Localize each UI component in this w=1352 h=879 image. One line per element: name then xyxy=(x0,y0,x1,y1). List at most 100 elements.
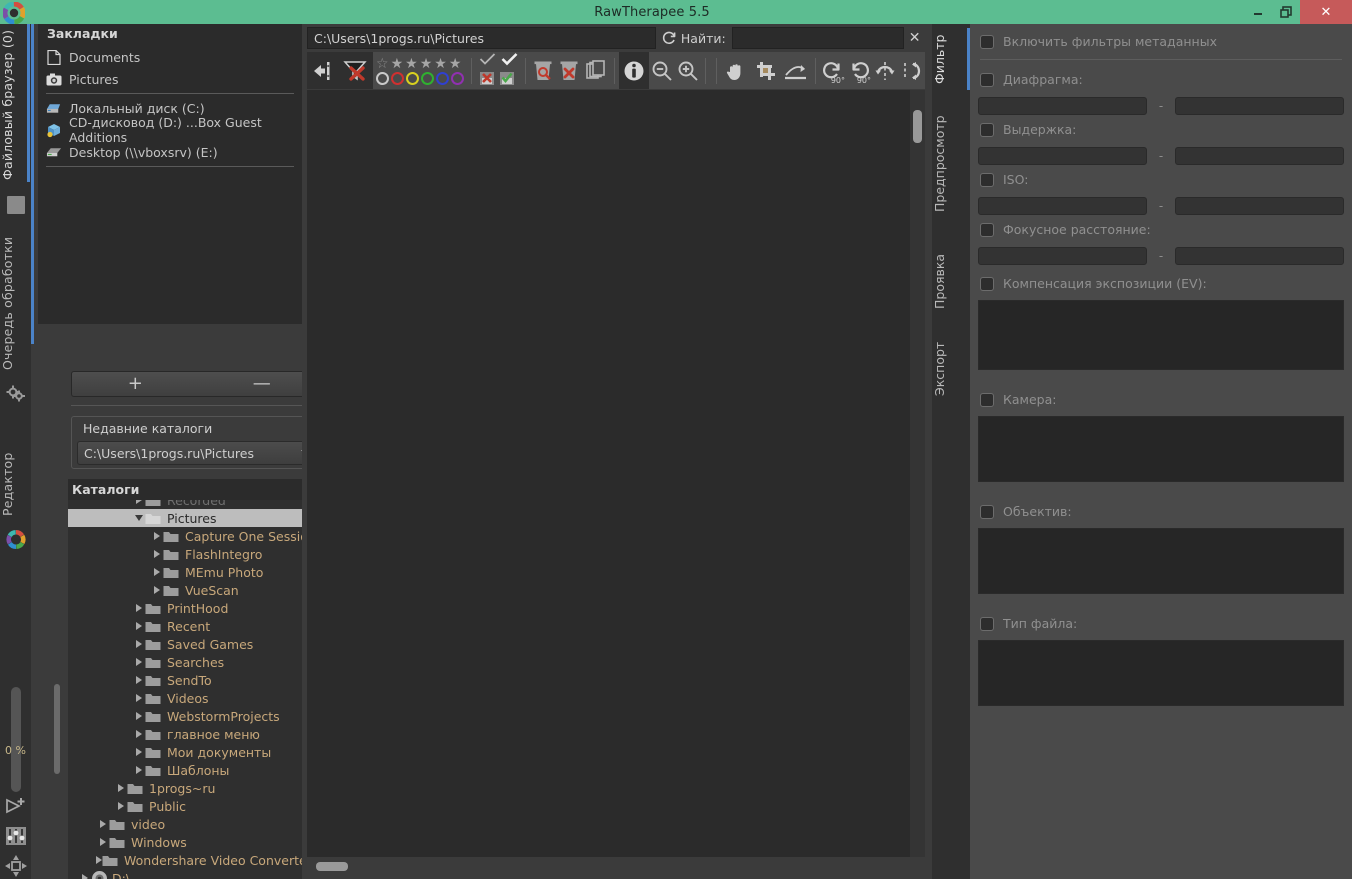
tree-item[interactable]: Шаблоны xyxy=(68,761,326,779)
filter-checkbox[interactable] xyxy=(980,276,994,291)
send-to-editor-icon[interactable] xyxy=(4,794,28,818)
straighten-icon[interactable] xyxy=(781,52,811,89)
chevron-right-icon[interactable] xyxy=(150,550,163,558)
add-bookmark-button[interactable]: + xyxy=(72,375,199,393)
star-1-icon[interactable]: ★ xyxy=(391,57,404,71)
unedited-icon[interactable] xyxy=(479,51,496,70)
filter-range-to[interactable] xyxy=(1174,97,1344,115)
tree-item[interactable]: главное меню xyxy=(68,725,326,743)
path-input[interactable]: C:\Users\1progs.ru\Pictures xyxy=(307,27,657,49)
tree-item[interactable]: D:\ xyxy=(68,869,326,879)
star-2-icon[interactable]: ★ xyxy=(405,57,418,71)
filter-enable-row[interactable]: Камера: xyxy=(980,392,1056,407)
copy-icon[interactable] xyxy=(582,52,610,89)
filter-range-to[interactable] xyxy=(1174,147,1344,165)
edited-icon[interactable] xyxy=(501,51,518,70)
rotate-left-icon[interactable]: 90° xyxy=(820,52,846,89)
chevron-right-icon[interactable] xyxy=(114,784,127,792)
collapse-sidebar-icon[interactable] xyxy=(307,52,337,89)
tree-item[interactable]: Capture One Session xyxy=(68,527,326,545)
label-blue-icon[interactable] xyxy=(436,71,449,85)
zoom-in-icon[interactable] xyxy=(675,52,701,89)
tab-develop[interactable]: Проявка xyxy=(932,240,970,322)
sidebar-item-editor[interactable]: Редактор xyxy=(0,442,31,527)
filter-value-list[interactable] xyxy=(978,300,1344,370)
star-3-icon[interactable]: ★ xyxy=(420,57,433,71)
chevron-right-icon[interactable] xyxy=(132,604,145,612)
chevron-right-icon[interactable] xyxy=(96,820,109,828)
label-yellow-icon[interactable] xyxy=(406,71,419,85)
tree-item[interactable]: WebstormProjects xyxy=(68,707,326,725)
chevron-down-icon[interactable] xyxy=(132,515,145,521)
tree-item[interactable]: PrintHood xyxy=(68,599,326,617)
tree-item[interactable]: 1progs~ru xyxy=(68,779,326,797)
filter-checkbox[interactable] xyxy=(980,222,994,237)
rotate-right-icon[interactable]: 90° xyxy=(846,52,872,89)
chevron-right-icon[interactable] xyxy=(150,586,163,594)
directory-tree[interactable]: Recorded Pictures Capture One Session Flash… xyxy=(68,500,326,879)
filter-range-from[interactable] xyxy=(978,147,1148,165)
filter-checkbox[interactable] xyxy=(980,504,994,519)
tree-item[interactable]: Мои документы xyxy=(68,743,326,761)
thumbnail-area[interactable] xyxy=(307,90,925,875)
tree-item[interactable]: Saved Games xyxy=(68,635,326,653)
star-4-icon[interactable]: ★ xyxy=(434,57,447,71)
filter-value-list[interactable] xyxy=(978,528,1344,594)
filter-checkbox[interactable] xyxy=(980,392,994,407)
filter-enable-row[interactable]: Диафрагма: xyxy=(980,72,1083,87)
sliders-icon[interactable] xyxy=(4,824,28,848)
show-trash-icon[interactable] xyxy=(530,52,556,89)
bookmark-cd-drive-d[interactable]: CD-дисковод (D:) ...Box Guest Additions xyxy=(38,115,302,145)
chevron-right-icon[interactable] xyxy=(150,568,163,576)
chevron-right-icon[interactable] xyxy=(132,622,145,630)
filter-range-to[interactable] xyxy=(1174,247,1344,265)
filter-enable-row[interactable]: Объектив: xyxy=(980,504,1072,519)
minimize-button[interactable] xyxy=(1244,0,1272,24)
recent-directories-select[interactable]: C:\Users\1progs.ru\Pictures xyxy=(77,441,320,465)
sidebar-item-file-browser[interactable]: Файловый браузер (0) xyxy=(0,30,31,180)
filter-value-list[interactable] xyxy=(978,416,1344,482)
empty-trash-icon[interactable] xyxy=(556,52,582,89)
tree-item[interactable]: SendTo xyxy=(68,671,326,689)
thumbnail-scrollbar-horizontal[interactable] xyxy=(316,862,348,871)
thumbnail-scroll-track[interactable] xyxy=(910,90,925,875)
tree-item[interactable]: Windows xyxy=(68,833,326,851)
filter-enable-row[interactable]: ISO: xyxy=(980,172,1028,187)
tab-export[interactable]: Экспорт xyxy=(932,332,970,406)
directories-header[interactable]: Каталоги xyxy=(68,479,326,500)
zoom-slider[interactable] xyxy=(11,687,21,792)
bookmark-documents[interactable]: Documents xyxy=(38,46,302,68)
enable-metadata-filters-row[interactable]: Включить фильтры метаданных xyxy=(980,34,1217,49)
enable-metadata-filters-checkbox[interactable] xyxy=(980,34,994,49)
clear-filters-icon[interactable] xyxy=(337,52,373,89)
star-5-icon[interactable]: ★ xyxy=(449,57,462,71)
filter-value-list[interactable] xyxy=(978,640,1344,706)
bookmark-pictures[interactable]: Pictures xyxy=(38,68,302,90)
chevron-right-icon[interactable] xyxy=(114,802,127,810)
zoom-out-icon[interactable] xyxy=(649,52,675,89)
move-icon[interactable] xyxy=(4,854,28,878)
tree-item[interactable]: VueScan xyxy=(68,581,326,599)
chevron-right-icon[interactable] xyxy=(132,748,145,756)
tree-item[interactable]: FlashIntegro xyxy=(68,545,326,563)
info-icon[interactable] xyxy=(619,52,649,89)
filter-checkbox[interactable] xyxy=(980,616,994,631)
chevron-right-icon[interactable] xyxy=(132,640,145,648)
tree-item[interactable]: Pictures xyxy=(68,509,326,527)
filter-enable-row[interactable]: Фокусное расстояние: xyxy=(980,222,1151,237)
hand-icon[interactable] xyxy=(721,52,751,89)
chevron-right-icon[interactable] xyxy=(132,694,145,702)
filter-range-to[interactable] xyxy=(1174,197,1344,215)
star-0-icon[interactable]: ☆ xyxy=(376,57,389,71)
refresh-icon[interactable] xyxy=(656,30,681,46)
chevron-right-icon[interactable] xyxy=(78,874,91,879)
maximize-button[interactable] xyxy=(1272,0,1300,24)
close-button[interactable]: ✕ xyxy=(1300,0,1352,24)
filter-range-from[interactable] xyxy=(978,247,1148,265)
tab-preview[interactable]: Предпросмотр xyxy=(932,102,970,226)
tree-item[interactable]: Searches xyxy=(68,653,326,671)
filter-checkbox[interactable] xyxy=(980,172,994,187)
filter-range-from[interactable] xyxy=(978,197,1148,215)
chevron-right-icon[interactable] xyxy=(132,500,145,504)
no-profile-icon[interactable] xyxy=(479,71,495,90)
